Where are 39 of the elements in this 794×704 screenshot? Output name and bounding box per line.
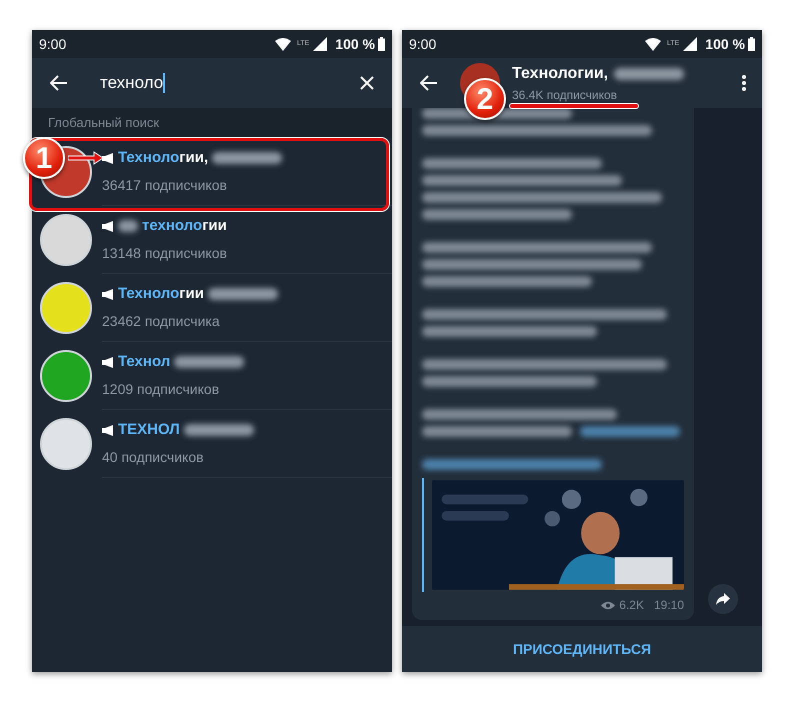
share-icon [716,593,730,605]
battery-level: 100 % [705,34,745,54]
subscriber-count: 13148 подписчиков [102,244,228,264]
back-icon[interactable] [50,75,68,91]
subscriber-count: 36417 подписчиков [102,176,228,196]
close-icon[interactable] [360,76,374,90]
section-title: Глобальный поиск [48,114,160,132]
subscriber-count: 36.4K подписчиков [512,87,618,104]
message-time: 19:10 [654,597,684,614]
wifi-icon [644,38,661,50]
signal-icon [683,37,698,51]
arrow-icon [68,151,104,165]
battery-icon [748,37,755,51]
megaphone-icon [102,152,114,164]
signal-icon [313,37,328,51]
megaphone-icon [102,356,114,368]
status-time: 9:00 [39,34,66,54]
eye-icon [601,600,616,610]
status-time: 9:00 [409,34,436,54]
join-button[interactable]: ПРИСОЕДИНИТЬСЯ [402,626,762,672]
subscriber-count: 23462 подписчика [102,312,221,332]
channel-name: технологии [142,216,227,236]
megaphone-icon [102,288,114,300]
wifi-icon [274,38,291,50]
battery-icon [378,37,385,51]
channel-name: Технол [118,352,170,372]
channel-name: ТЕХНОЛ [118,420,180,440]
megaphone-icon [102,220,114,232]
megaphone-icon [102,424,114,436]
battery-level: 100 % [335,34,375,54]
subscriber-count: 40 подписчиков [102,448,205,468]
more-icon[interactable] [742,75,746,91]
channel-title: Технологии, [512,64,608,84]
channel-name: Технологии, [118,148,208,168]
subscriber-count: 1209 подписчиков [102,380,220,400]
share-button[interactable] [708,584,738,614]
back-icon[interactable] [420,75,438,91]
view-count: 6.2K [619,597,644,614]
channel-name: Технологии [118,284,204,304]
